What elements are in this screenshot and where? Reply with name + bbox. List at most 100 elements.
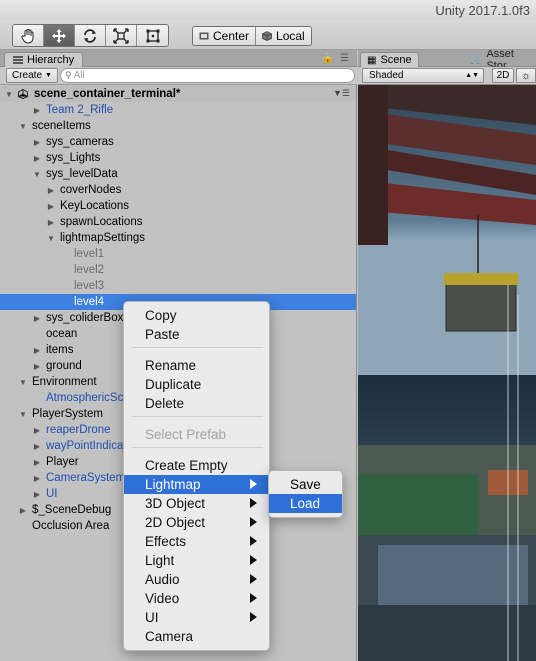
expand-arrow-icon[interactable]: ▼	[18, 122, 28, 131]
collapse-arrow-icon[interactable]: ▶	[32, 346, 42, 355]
menu-item-light[interactable]: Light	[124, 551, 269, 570]
submenu-arrow-icon	[250, 574, 257, 584]
expand-arrow-icon[interactable]: ▼	[32, 170, 42, 179]
submenu-item-save[interactable]: Save	[269, 475, 342, 494]
hierarchy-row-label: ocean	[46, 328, 78, 340]
scene-root-row[interactable]: ▼ scene_container_terminal* ▼☰	[0, 86, 356, 102]
hierarchy-row-label: AtmosphericSc	[46, 392, 124, 404]
scene-viewport[interactable]	[358, 85, 536, 661]
collapse-arrow-icon[interactable]: ▶	[32, 426, 42, 435]
hierarchy-search-input[interactable]: ⚲ All	[60, 68, 355, 83]
menu-item-delete[interactable]: Delete	[124, 394, 269, 413]
tab-asset-store[interactable]: 🛒 Asset Stor	[464, 50, 536, 72]
tab-scene[interactable]: ▦ Scene	[360, 52, 419, 67]
toggle-2d-button[interactable]: 2D	[492, 68, 514, 83]
menu-item-label: Lightmap	[145, 477, 201, 492]
create-dropdown-button[interactable]: Create ▼	[6, 68, 58, 83]
hierarchy-row[interactable]: ▶ KeyLocations	[0, 198, 356, 214]
hierarchy-row-label: Occlusion Area	[32, 520, 110, 532]
menu-item-2d-object[interactable]: 2D Object	[124, 513, 269, 532]
rect-tool-button[interactable]	[137, 25, 168, 46]
collapse-arrow-icon[interactable]: ▶	[32, 154, 42, 163]
hierarchy-row[interactable]: ▶ spawnLocations	[0, 214, 356, 230]
window-title: Unity 2017.1.0f3	[435, 3, 530, 18]
expand-arrow-icon[interactable]: ▼	[18, 410, 28, 419]
menu-item-create-empty[interactable]: Create Empty	[124, 456, 269, 475]
expand-arrow-icon[interactable]: ▼	[46, 234, 56, 243]
menu-item-label: 2D Object	[145, 515, 206, 530]
menu-item-paste[interactable]: Paste	[124, 325, 269, 344]
shading-mode-dropdown[interactable]: Shaded ▲▼	[362, 68, 484, 83]
menu-item-copy[interactable]: Copy	[124, 306, 269, 325]
submenu-arrow-icon	[250, 479, 257, 489]
hierarchy-row-label: spawnLocations	[60, 216, 143, 228]
hierarchy-row[interactable]: ▶ coverNodes	[0, 182, 356, 198]
local-cube-icon	[262, 31, 272, 41]
hierarchy-row-label: Environment	[32, 376, 97, 388]
collapse-arrow-icon[interactable]: ▶	[32, 106, 42, 115]
panel-menu-icon[interactable]: ☰	[340, 53, 349, 64]
menu-item-video[interactable]: Video	[124, 589, 269, 608]
menu-item-audio[interactable]: Audio	[124, 570, 269, 589]
menu-item-3d-object[interactable]: 3D Object	[124, 494, 269, 513]
rotate-tool-button[interactable]	[75, 25, 106, 46]
collapse-arrow-icon[interactable]: ▶	[46, 186, 56, 195]
scene-lighting-toggle[interactable]: ☼	[516, 68, 536, 83]
menu-item-label: Paste	[145, 327, 180, 342]
menu-separator	[132, 416, 263, 417]
tab-controls: 🔒 ☰	[322, 53, 349, 64]
scale-tool-button[interactable]	[106, 25, 137, 46]
expand-arrow-icon[interactable]: ▼	[4, 90, 14, 99]
pivot-center-button[interactable]: Center	[193, 27, 257, 45]
lightmap-submenu: Save Load	[268, 470, 343, 518]
menu-item-rename[interactable]: Rename	[124, 356, 269, 375]
pivot-center-icon	[199, 32, 209, 40]
menu-item-ui[interactable]: UI	[124, 608, 269, 627]
collapse-arrow-icon[interactable]: ▶	[46, 202, 56, 211]
hierarchy-row[interactable]: ▶ sys_cameras	[0, 134, 356, 150]
menu-item-camera[interactable]: Camera	[124, 627, 269, 646]
pivot-local-label: Local	[276, 29, 305, 43]
hierarchy-row[interactable]: ▼ sys_levelData	[0, 166, 356, 182]
collapse-arrow-icon[interactable]: ▶	[32, 314, 42, 323]
collapse-arrow-icon[interactable]: ▶	[32, 490, 42, 499]
hierarchy-tab-label: Hierarchy	[27, 54, 75, 66]
collapse-arrow-icon[interactable]: ▶	[46, 218, 56, 227]
expand-arrow-icon[interactable]: ▼	[18, 378, 28, 387]
tab-hierarchy[interactable]: Hierarchy	[4, 52, 84, 67]
move-tool-button[interactable]	[44, 25, 75, 46]
scene-tab-label: Scene	[380, 54, 412, 66]
submenu-item-load[interactable]: Load	[269, 494, 342, 513]
collapse-arrow-icon[interactable]: ▶	[32, 138, 42, 147]
menu-item-select-prefab: Select Prefab	[124, 425, 269, 444]
hierarchy-row[interactable]: level3	[0, 278, 356, 294]
hierarchy-row-label: level2	[74, 264, 105, 276]
hierarchy-row[interactable]: ▶ sys_Lights	[0, 150, 356, 166]
menu-item-duplicate[interactable]: Duplicate	[124, 375, 269, 394]
hierarchy-row[interactable]: level1	[0, 246, 356, 262]
collapse-arrow-icon[interactable]: ▶	[32, 474, 42, 483]
collapse-arrow-icon[interactable]: ▶	[32, 458, 42, 467]
menu-item-lightmap[interactable]: Lightmap	[124, 475, 269, 494]
pivot-local-button[interactable]: Local	[256, 27, 311, 45]
hierarchy-row[interactable]: ▼ lightmapSettings	[0, 230, 356, 246]
main-toolbar: Center Local	[0, 20, 536, 50]
scene-toolbar: Shaded ▲▼ 2D ☼	[358, 67, 536, 85]
lock-icon[interactable]: 🔒	[322, 53, 334, 64]
hierarchy-tab-bar: Hierarchy 🔒 ☰	[0, 50, 357, 67]
submenu-item-label: Load	[290, 496, 321, 511]
hand-tool-button[interactable]	[13, 25, 44, 46]
collapse-arrow-icon[interactable]: ▶	[18, 506, 28, 515]
hierarchy-row[interactable]: ▶ Team 2_Rifle	[0, 102, 356, 118]
hierarchy-row[interactable]: ▼ sceneItems	[0, 118, 356, 134]
collapse-arrow-icon[interactable]: ▶	[32, 362, 42, 371]
menu-item-effects[interactable]: Effects	[124, 532, 269, 551]
scene-options-icon[interactable]: ▼☰	[333, 88, 350, 99]
collapse-arrow-icon[interactable]: ▶	[32, 442, 42, 451]
hierarchy-row-label: CameraSystem	[46, 472, 126, 484]
pivot-toggles: Center Local	[192, 26, 312, 46]
hierarchy-row-label: level3	[74, 280, 105, 292]
list-icon	[13, 56, 23, 64]
hierarchy-row[interactable]: level2	[0, 262, 356, 278]
scene-grid-icon: ▦	[367, 54, 377, 66]
